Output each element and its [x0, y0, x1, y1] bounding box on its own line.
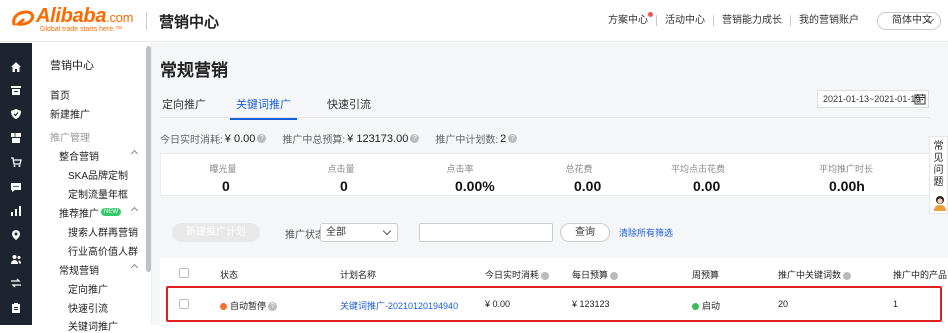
- stat-today-spend: 今日实时消耗: ¥ 0.00?: [160, 131, 267, 146]
- nav-activity-center[interactable]: 活动中心: [656, 15, 713, 26]
- help-icon[interactable]: ?: [410, 134, 420, 143]
- support-avatar-icon: [934, 196, 946, 211]
- status-filter-select[interactable]: 全部: [320, 223, 398, 242]
- home-icon[interactable]: [9, 60, 23, 74]
- alibaba-logo[interactable]: Alibaba.com Global trade starts here.™: [10, 5, 140, 36]
- stat-plan-count: 推广中计划数: 2?: [435, 131, 518, 146]
- nav-solution-center[interactable]: 方案中心: [608, 12, 656, 26]
- top-header: Alibaba.com Global trade starts here.™ 营…: [0, 0, 948, 42]
- menu-item-search-retarget[interactable]: 搜索人群再营销: [68, 224, 138, 239]
- menu-title: 营销中心: [50, 60, 94, 72]
- language-label: 简体中文: [892, 15, 932, 26]
- icon-sidebar: [0, 43, 32, 325]
- help-icon[interactable]: ?: [257, 134, 267, 143]
- menu-scrollbar[interactable]: [146, 46, 151, 272]
- clear-filters-link[interactable]: 清除所有筛选: [619, 226, 673, 239]
- kpi-avg-duration: 平均推广时长 0.00h: [818, 164, 873, 194]
- nav-my-account[interactable]: 我的营销账户: [790, 15, 867, 26]
- menu-item-targeted[interactable]: 定向推广: [68, 281, 108, 296]
- menu-item-high-value[interactable]: 行业高价值人群: [68, 243, 138, 258]
- logo-word: Alibaba.com: [36, 5, 134, 27]
- kpi-total-cost: 总花费 0.00: [565, 164, 602, 194]
- notification-dot: [648, 12, 653, 17]
- faq-float-button[interactable]: 常见问题: [929, 136, 948, 214]
- col-keyword-count[interactable]: 推广中关键词数: [778, 268, 852, 281]
- users-icon[interactable]: [9, 252, 23, 266]
- menu-section-promo-manage: 推广管理: [50, 133, 90, 144]
- new-plan-button[interactable]: 新建推广计划: [172, 223, 260, 242]
- secondary-menu: 营销中心 首页 新建推广 推广管理 整合营销 SKA品牌定制 定制流量年框 推荐…: [32, 43, 152, 333]
- kpi-panel: 曝光量 0 点击量 0 点击率 0.00% 总花费 0.00 平均点击花费 0.00 平均…: [160, 153, 930, 196]
- new-badge: NEW: [101, 208, 121, 216]
- top-nav: 方案中心 活动中心 营销能力成长 我的营销账户: [608, 12, 867, 26]
- col-weekly-budget: 周预算: [692, 270, 720, 280]
- bar-chart-icon[interactable]: [9, 204, 23, 218]
- cart-icon[interactable]: [9, 155, 23, 169]
- shield-icon[interactable]: [9, 107, 23, 121]
- clipboard-icon[interactable]: [9, 301, 23, 315]
- header-divider: [146, 12, 147, 30]
- message-icon[interactable]: [9, 180, 23, 194]
- chevron-down-icon: [382, 226, 392, 236]
- help-icon[interactable]: ?: [508, 134, 518, 143]
- chevron-up-icon[interactable]: [130, 149, 139, 158]
- menu-item-keyword[interactable]: 关键词推广: [68, 318, 118, 333]
- shop-icon[interactable]: [9, 83, 23, 97]
- col-daily-budget[interactable]: 每日预算: [572, 268, 619, 281]
- stat-total-budget: 推广中总预算: ¥ 123173.00?: [282, 131, 420, 146]
- language-select[interactable]: 简体中文: [877, 12, 941, 30]
- exchange-icon[interactable]: [9, 276, 23, 290]
- kpi-impressions: 曝光量 0: [209, 164, 237, 194]
- alibaba-logo-icon: [12, 10, 35, 26]
- menu-group-regular[interactable]: 常规营销: [59, 262, 99, 277]
- select-all-checkbox[interactable]: [179, 268, 189, 278]
- row-highlight: [166, 286, 942, 322]
- kpi-clicks: 点击量 0: [327, 164, 355, 194]
- menu-group-integrated[interactable]: 整合营销: [59, 148, 99, 163]
- tab-divider: [160, 117, 930, 118]
- sort-icon: [541, 271, 550, 280]
- col-plan-name: 计划名称: [340, 270, 377, 280]
- menu-item-fast-traffic[interactable]: 快速引流: [68, 300, 108, 315]
- col-status: 状态: [220, 270, 239, 280]
- menu-item-home[interactable]: 首页: [50, 87, 70, 102]
- calendar-icon: [914, 94, 926, 105]
- query-button[interactable]: 查询: [560, 223, 610, 242]
- filter-bar: 新建推广计划 推广状态: 全部 查询 清除所有筛选: [160, 214, 930, 244]
- sort-icon: [843, 271, 852, 280]
- menu-item-custom-traffic[interactable]: 定制流量年框: [68, 186, 128, 201]
- search-input[interactable]: [419, 223, 553, 242]
- col-today-spend[interactable]: 今日实时消耗: [485, 268, 550, 281]
- menu-item-ska[interactable]: SKA品牌定制: [68, 167, 128, 182]
- sort-icon: [610, 271, 619, 280]
- menu-group-recommend[interactable]: 推荐推广 NEW: [59, 205, 121, 220]
- chevron-up-icon[interactable]: [130, 206, 139, 215]
- date-range-picker[interactable]: 2021-01-13~2021-01-19: [817, 90, 929, 108]
- kpi-avg-click-cost: 平均点击花费 0.00: [670, 164, 725, 194]
- location-icon[interactable]: [9, 228, 23, 242]
- chevron-up-icon[interactable]: [130, 263, 139, 272]
- kpi-ctr: 点击率 0.00%: [446, 164, 495, 194]
- header-title: 营销中心: [159, 14, 220, 31]
- date-range-value: 2021-01-13~2021-01-19: [823, 94, 921, 104]
- col-product-count: 推广中的产品: [893, 270, 948, 280]
- menu-item-new-promo[interactable]: 新建推广: [50, 106, 90, 121]
- logo-tagline: Global trade starts here.™: [40, 26, 123, 33]
- nav-capability-growth[interactable]: 营销能力成长: [713, 15, 790, 26]
- page-title: 常规营销: [160, 61, 228, 80]
- stats-summary: 今日实时消耗: ¥ 0.00? 推广中总预算: ¥ 123173.00? 推广中计划…: [160, 131, 533, 146]
- store-icon[interactable]: [9, 131, 23, 145]
